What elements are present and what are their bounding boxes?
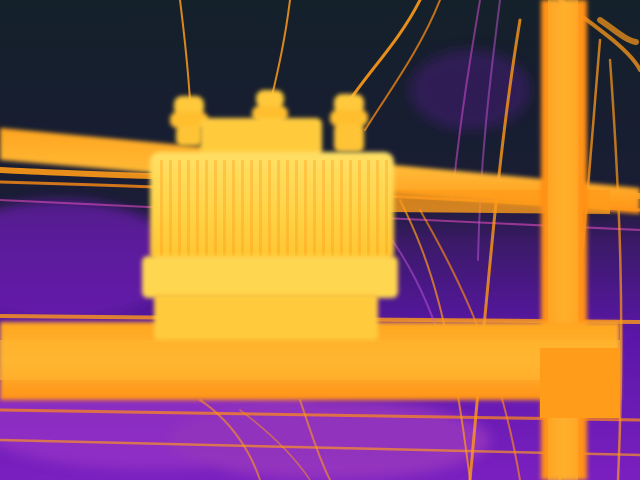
thermal-scene <box>0 0 640 480</box>
transformer-bushing-right <box>330 94 368 152</box>
thermal-image <box>0 0 640 480</box>
